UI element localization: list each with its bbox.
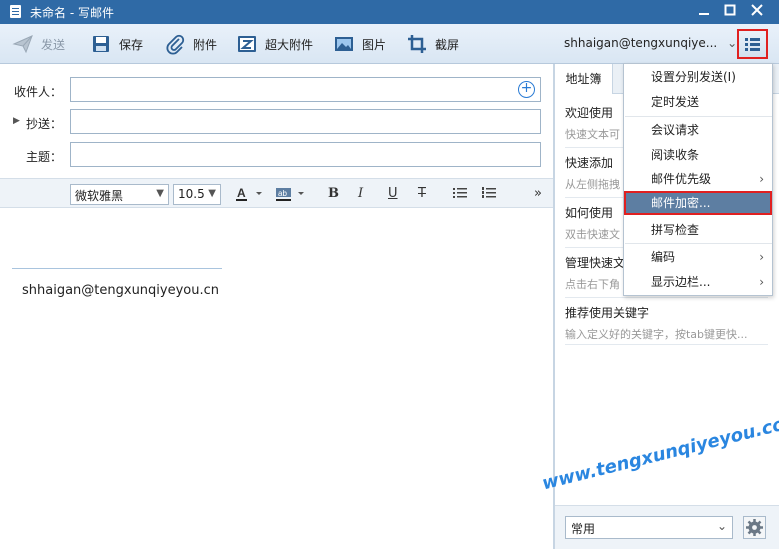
gear-icon <box>746 519 763 536</box>
numbered-list-button[interactable] <box>481 186 497 204</box>
chevron-down-icon: ⌄ <box>716 519 727 533</box>
expand-triangle-icon[interactable]: ▶ <box>13 116 20 126</box>
format-toolbar: 微软雅黑 ▼ 10.5 ▼ A ab B I U T » <box>0 178 553 208</box>
picture-label: 图片 <box>362 37 387 52</box>
chevron-down-icon: ⌄ <box>727 36 738 50</box>
settings-button[interactable] <box>743 516 766 539</box>
svg-text:ab: ab <box>278 189 287 198</box>
close-icon <box>751 4 763 16</box>
menu-separator <box>625 116 772 117</box>
highlight-icon: ab <box>276 188 304 201</box>
numbered-list-icon <box>482 187 496 198</box>
document-icon <box>10 5 21 18</box>
list-menu-icon <box>745 38 760 51</box>
divider <box>565 297 768 298</box>
more-options-menu: 设置分别发送(I) 定时发送 会议请求 阅读收条 邮件优先级 › 邮件加密...… <box>623 63 773 296</box>
picture-icon <box>333 33 355 55</box>
menu-separator <box>625 243 772 244</box>
attach-label: 附件 <box>193 37 218 52</box>
quick-text-desc: 输入定义好的关键字，按tab键更快... <box>565 328 748 341</box>
subject-row: 主题： <box>0 140 553 172</box>
menu-item-separate-send[interactable]: 设置分别发送(I) <box>624 65 772 89</box>
font-family-select[interactable]: 微软雅黑 ▼ <box>70 184 169 205</box>
big-attach-button[interactable]: 超大附件 <box>236 32 313 56</box>
to-field[interactable]: + <box>70 77 541 102</box>
bold-button[interactable]: B <box>328 186 339 201</box>
category-select[interactable]: 常用 ⌄ <box>565 516 733 539</box>
chevron-right-icon: › <box>759 172 764 186</box>
menu-item-spell-check[interactable]: 拼写检查 <box>624 218 772 242</box>
send-button[interactable]: 发送 <box>12 32 65 56</box>
menu-item-encoding[interactable]: 编码 › <box>624 245 772 269</box>
maximize-icon <box>724 4 736 16</box>
message-editor[interactable]: shhaigan@tengxunqiyeyou.cn <box>0 208 553 549</box>
cc-row: ▶ 抄送： <box>0 107 553 139</box>
font-size-value: 10.5 <box>178 187 205 201</box>
minimize-button[interactable] <box>694 3 714 21</box>
font-family-value: 微软雅黑 <box>75 189 124 203</box>
to-row: 收件人： + <box>0 75 553 107</box>
close-button[interactable] <box>747 3 767 21</box>
save-label: 保存 <box>119 37 144 52</box>
strikethrough-button[interactable]: T <box>418 186 426 201</box>
send-label: 发送 <box>41 37 66 52</box>
menu-item-scheduled-send[interactable]: 定时发送 <box>624 90 772 114</box>
signature-text: shhaigan@tengxunqiyeyou.cn <box>22 283 220 298</box>
save-button[interactable]: 保存 <box>90 32 143 56</box>
window-title: 未命名 - 写邮件 <box>30 6 114 20</box>
tab-address-book[interactable]: 地址簿 <box>555 64 613 94</box>
big-attach-label: 超大附件 <box>265 37 314 52</box>
minimize-icon <box>699 13 709 15</box>
quick-text-item[interactable]: 推荐使用关键字 输入定义好的关键字，按tab键更快... <box>565 304 765 342</box>
picture-button[interactable]: 图片 <box>333 32 386 56</box>
more-format-button[interactable]: » <box>534 186 542 201</box>
cc-label: 抄送： <box>26 117 63 131</box>
screenshot-button[interactable]: 截屏 <box>406 32 459 56</box>
menu-item-priority[interactable]: 邮件优先级 › <box>624 167 772 191</box>
big-attachment-icon <box>236 33 258 55</box>
paper-plane-icon <box>12 33 34 55</box>
paperclip-icon <box>164 33 186 55</box>
menu-item-meeting-request[interactable]: 会议请求 <box>624 118 772 142</box>
menu-item-encrypt[interactable]: 邮件加密... <box>624 191 772 215</box>
category-value: 常用 <box>571 522 596 536</box>
more-menu-button[interactable] <box>737 29 768 59</box>
italic-button[interactable]: I <box>358 186 363 201</box>
account-label: shhaigan@tengxunqiye... <box>564 36 718 50</box>
chevron-right-icon: › <box>759 250 764 264</box>
menu-item-read-receipt[interactable]: 阅读收条 <box>624 143 772 167</box>
sidebar-footer: 常用 ⌄ <box>555 505 779 549</box>
title-bar: 未命名 - 写邮件 <box>0 0 779 24</box>
quick-text-title: 推荐使用关键字 <box>565 306 650 320</box>
attach-button[interactable]: 附件 <box>164 32 217 56</box>
menu-item-show-sidebar[interactable]: 显示边栏... › <box>624 270 772 294</box>
to-label: 收件人： <box>14 85 63 99</box>
font-size-select[interactable]: 10.5 ▼ <box>173 184 221 205</box>
floppy-disk-icon <box>90 33 112 55</box>
cc-field[interactable] <box>70 109 541 134</box>
text-color-button[interactable]: A <box>236 186 264 206</box>
screenshot-label: 截屏 <box>435 37 460 52</box>
bullet-list-button[interactable] <box>452 186 468 204</box>
svg-text:A: A <box>237 186 246 200</box>
chevron-down-icon: ▼ <box>156 188 164 199</box>
font-color-icon: A <box>236 186 262 201</box>
subject-field[interactable] <box>70 142 541 167</box>
account-selector[interactable]: shhaigan@tengxunqiye... ⌄ <box>564 36 737 50</box>
underline-button[interactable]: U <box>388 186 398 201</box>
crop-icon <box>406 33 428 55</box>
chevron-right-icon: › <box>759 275 764 289</box>
signature-divider <box>12 268 222 269</box>
bullet-list-icon <box>453 188 467 198</box>
add-recipient-icon[interactable]: + <box>518 81 535 98</box>
chevron-down-icon: ▼ <box>208 188 216 199</box>
maximize-button[interactable] <box>720 3 740 21</box>
highlight-color-button[interactable]: ab <box>276 186 310 206</box>
divider <box>565 344 768 345</box>
toolbar: 发送 保存 附件 超大附件 图片 截屏 shhaigan@tengxunqiye… <box>0 24 779 64</box>
subject-label: 主题： <box>26 150 63 164</box>
